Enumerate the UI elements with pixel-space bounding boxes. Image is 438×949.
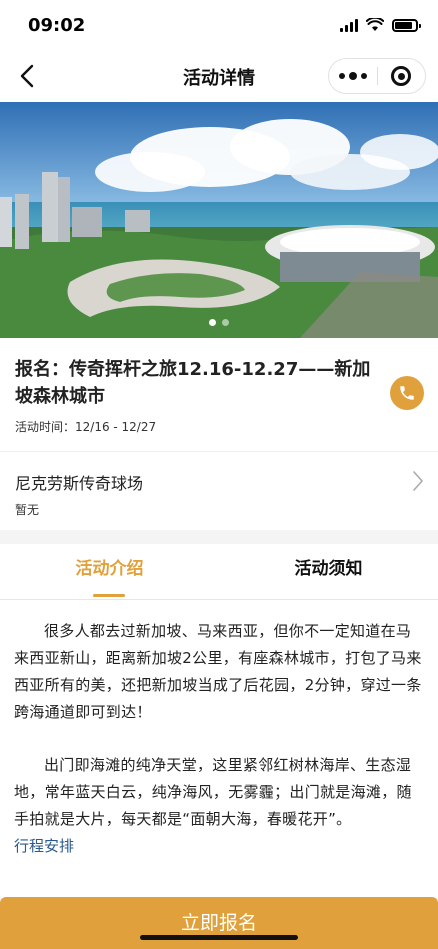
event-title: 报名：传奇挥杆之旅12.16-12.27——新加坡森林城市 — [15, 359, 371, 407]
banner-carousel[interactable] — [0, 102, 438, 338]
event-header: 报名：传奇挥杆之旅12.16-12.27——新加坡森林城市 活动时间：12/16… — [0, 338, 438, 452]
section-divider — [0, 530, 438, 544]
more-icon — [339, 73, 345, 79]
schedule-link[interactable]: 行程安排 — [14, 834, 424, 858]
carousel-dot — [222, 319, 229, 326]
wifi-icon — [366, 18, 384, 31]
close-button[interactable] — [378, 58, 425, 94]
venue-subtitle: 暂无 — [15, 503, 40, 517]
tab-bar: 活动介绍 活动须知 — [0, 544, 438, 600]
active-tab-indicator — [93, 594, 125, 597]
venue-name: 尼克劳斯传奇球场 — [15, 474, 144, 493]
nav-bar: 活动详情 — [0, 50, 438, 102]
close-icon — [391, 66, 412, 86]
battery-icon — [392, 18, 421, 32]
tab-intro[interactable]: 活动介绍 — [0, 544, 219, 600]
home-indicator — [140, 935, 298, 940]
status-bar: 09:02 — [0, 0, 438, 50]
status-icons — [340, 18, 421, 32]
carousel-dot — [209, 319, 216, 326]
intro-paragraph: 很多人都去过新加坡、马来西亚，但你不一定知道在马来西亚新山，距离新加坡2公里，有… — [14, 622, 422, 721]
tab-notice[interactable]: 活动须知 — [219, 544, 438, 600]
intro-paragraph: 出门即海滩的纯净天堂，这里紧邻红树林海岸、生态湿地，常年蓝天白云，纯净海风，无雾… — [14, 756, 412, 828]
event-time: 活动时间：12/16 - 12/27 — [15, 420, 157, 434]
status-time: 09:02 — [28, 15, 86, 36]
more-button[interactable] — [329, 58, 377, 94]
chevron-right-icon — [413, 471, 423, 491]
mini-program-capsule — [328, 58, 426, 94]
signal-icon — [340, 18, 358, 32]
carousel-indicator — [0, 319, 438, 326]
signup-button[interactable]: 立即报名 — [0, 897, 438, 949]
venue-row[interactable]: 尼克劳斯传奇球场 暂无 — [0, 452, 438, 530]
banner-image — [0, 102, 438, 338]
phone-icon — [400, 386, 414, 400]
phone-button[interactable] — [390, 376, 424, 410]
intro-content: 很多人都去过新加坡、马来西亚，但你不一定知道在马来西亚新山，距离新加坡2公里，有… — [0, 600, 438, 896]
